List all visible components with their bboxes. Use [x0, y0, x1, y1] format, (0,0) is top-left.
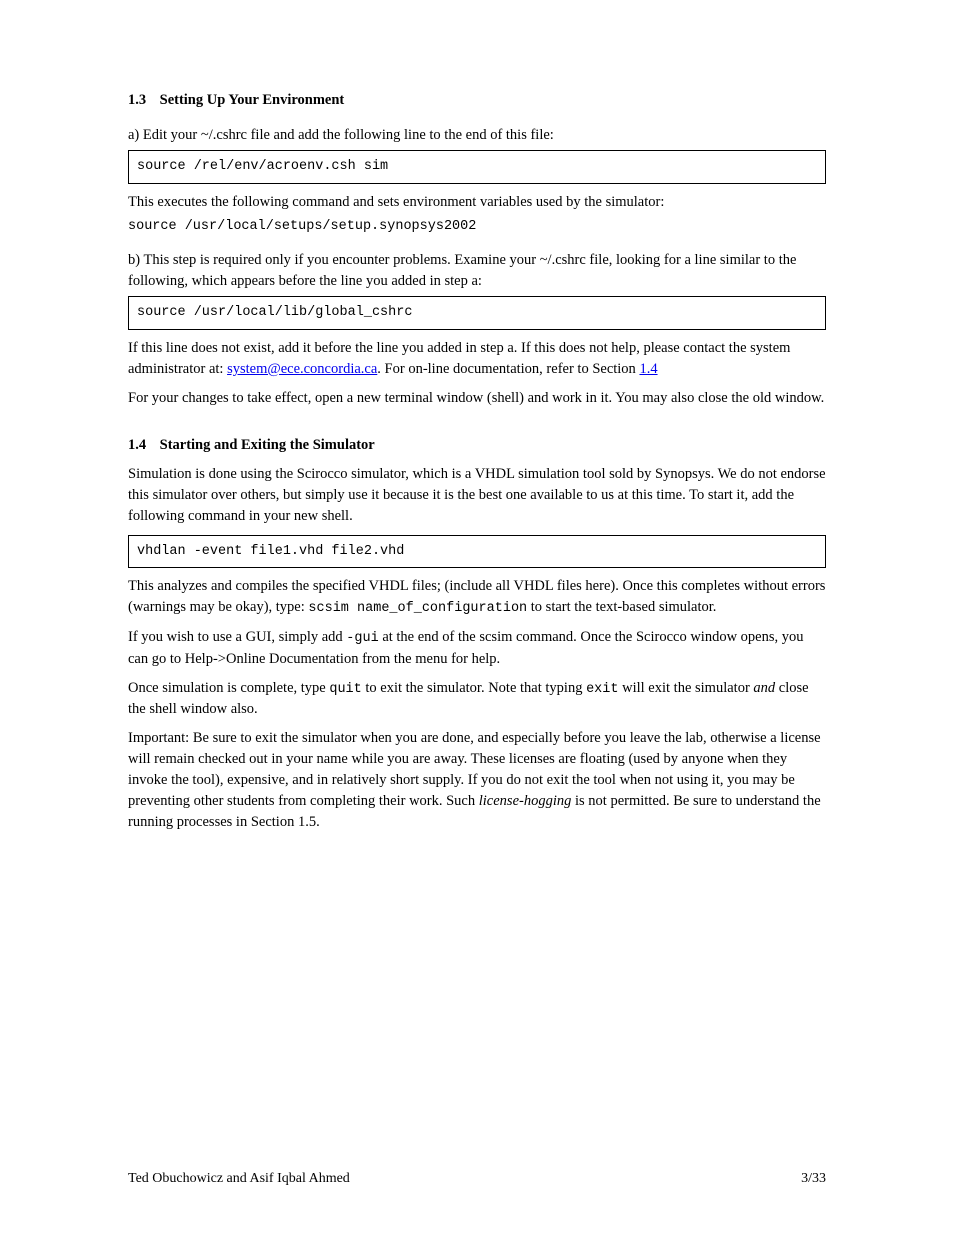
step-a-label: a) [128, 127, 139, 143]
italic-license-hogging: license-hogging [479, 793, 572, 809]
section-1-4-number: 1.4 [128, 435, 156, 456]
inline-code-2: scsim name_of_configuration [308, 601, 527, 616]
step-b-body: This step is required only if you encoun… [128, 252, 796, 289]
inline-code-1: source /usr/local/setups/setup.synopsys2… [128, 219, 476, 234]
section-1-4-heading: 1.4 Starting and Exiting the Simulator [128, 435, 826, 456]
post-code2-text: If this line does not exist, add it befo… [128, 338, 826, 380]
para-1-4-2a: If you wish to use a GUI, simply add [128, 629, 346, 645]
section-1-3-heading: 1.3 Setting Up Your Environment [128, 90, 826, 111]
contact-email-link[interactable]: system@ece.concordia.ca [227, 361, 377, 377]
para-1-4-3a: Once simulation is complete, type [128, 680, 329, 696]
section-1-3-number: 1.3 [128, 90, 156, 111]
post-code1-text: This executes the following command and … [128, 192, 826, 213]
section-1-3-title: Setting Up Your Environment [160, 92, 345, 108]
step-b: b) This step is required only if you enc… [128, 250, 826, 409]
step-a-text: a) Edit your ~/.cshrc file and add the f… [128, 125, 826, 146]
para-1-4-3b: to exit the simulator. Note that typing [362, 680, 586, 696]
outro-1-3: For your changes to take effect, open a … [128, 388, 826, 409]
page-footer: Ted Obuchowicz and Asif Iqbal Ahmed 3/33 [128, 1169, 826, 1189]
para-1-4-3c: will exit the simulator [618, 680, 753, 696]
step-b-label: b) [128, 252, 140, 268]
doc-section-link[interactable]: 1.4 [639, 361, 657, 377]
important-label: Important: [128, 730, 189, 746]
step-a-body: Edit your ~/.cshrc file and add the foll… [143, 127, 554, 143]
para-1-4-1: This analyzes and compiles the specified… [128, 576, 826, 619]
footer-authors: Ted Obuchowicz and Asif Iqbal Ahmed [128, 1171, 350, 1186]
footer-page-number: 3/33 [801, 1169, 826, 1189]
inline-code-5: exit [586, 682, 618, 697]
para-1-4-4: Important: Be sure to exit the simulator… [128, 728, 826, 833]
para-1-4-1b: to start the text-based simulator. [527, 599, 716, 615]
step-b-text: b) This step is required only if you enc… [128, 250, 826, 292]
inline-code-3: -gui [346, 631, 378, 646]
inline-code-4: quit [329, 682, 361, 697]
code-box-3: vhdlan -event file1.vhd file2.vhd [128, 535, 826, 569]
para-1-4-2: If you wish to use a GUI, simply add -gu… [128, 627, 826, 670]
section-1-4-title: Starting and Exiting the Simulator [160, 437, 375, 453]
section-1-4-intro: Simulation is done using the Scirocco si… [128, 464, 826, 527]
post-contact-trailer: . For on-line documentation, refer to Se… [377, 361, 636, 377]
code-box-1: source /rel/env/acroenv.csh sim [128, 150, 826, 184]
para-1-4-3: Once simulation is complete, type quit t… [128, 678, 826, 721]
step-a: a) Edit your ~/.cshrc file and add the f… [128, 125, 826, 236]
italic-and: and [753, 680, 775, 696]
code-box-2: source /usr/local/lib/global_cshrc [128, 296, 826, 330]
